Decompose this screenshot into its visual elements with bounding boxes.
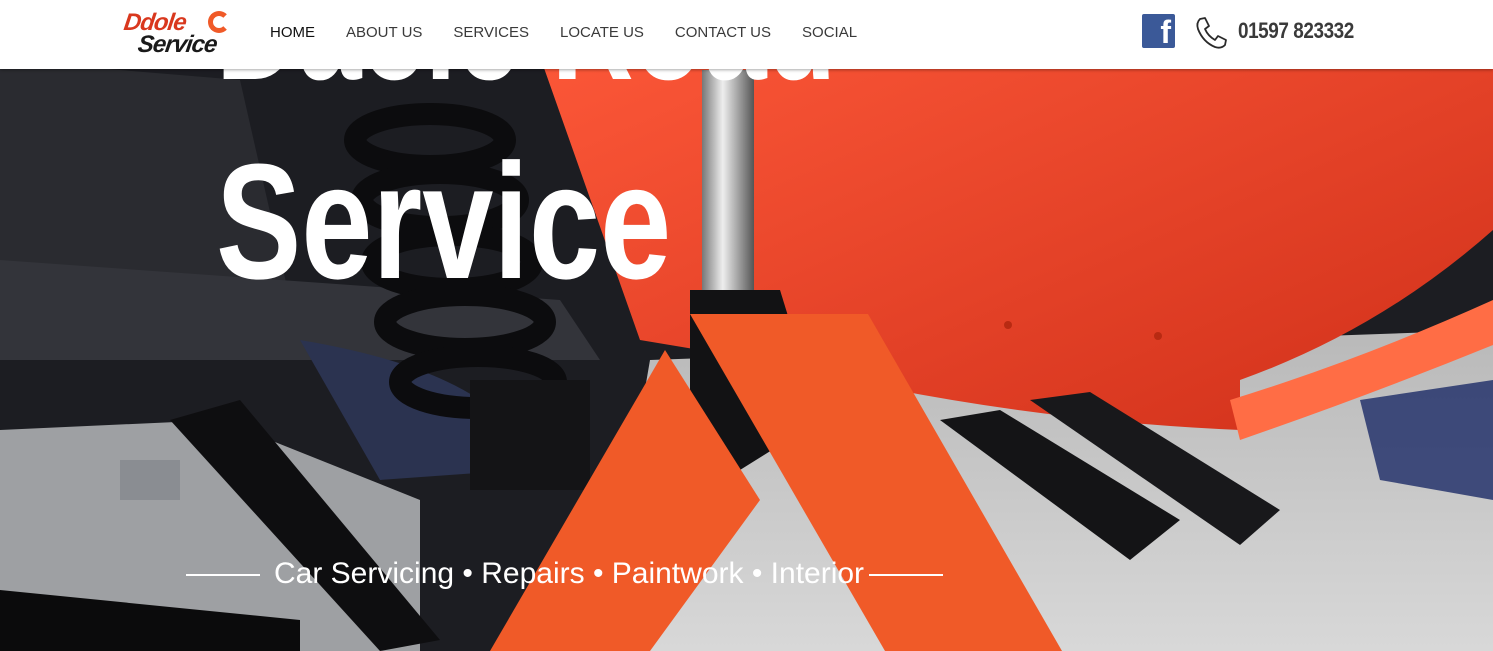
tagline-left-rule bbox=[186, 574, 260, 576]
main-nav: HOME ABOUT US SERVICES LOCATE US CONTACT… bbox=[270, 24, 888, 41]
tagline-text: Car Servicing • Repairs • Paintwork • In… bbox=[274, 557, 865, 590]
facebook-icon[interactable]: f bbox=[1142, 14, 1175, 50]
nav-locate-us[interactable]: LOCATE US bbox=[560, 24, 644, 41]
logo-ring-icon bbox=[208, 11, 230, 33]
logo-text-bottom: Service bbox=[136, 31, 219, 58]
nav-social[interactable]: SOCIAL bbox=[802, 24, 857, 41]
nav-home[interactable]: HOME bbox=[270, 24, 315, 41]
phone-number[interactable]: 01597 823332 bbox=[1238, 18, 1354, 44]
hero-tagline: Car Servicing • Repairs • Paintwork • In… bbox=[186, 555, 943, 595]
phone-icon[interactable] bbox=[1193, 15, 1229, 51]
hero-title-line2: Service bbox=[216, 130, 672, 313]
nav-services[interactable]: SERVICES bbox=[453, 24, 529, 41]
tagline-right-rule bbox=[869, 574, 943, 576]
nav-contact-us[interactable]: CONTACT US bbox=[675, 24, 771, 41]
site-logo[interactable]: Ddole Service bbox=[122, 9, 238, 58]
site-header: Ddole Service HOME ABOUT US SERVICES LOC… bbox=[0, 0, 1493, 69]
nav-about-us[interactable]: ABOUT US bbox=[346, 24, 422, 41]
